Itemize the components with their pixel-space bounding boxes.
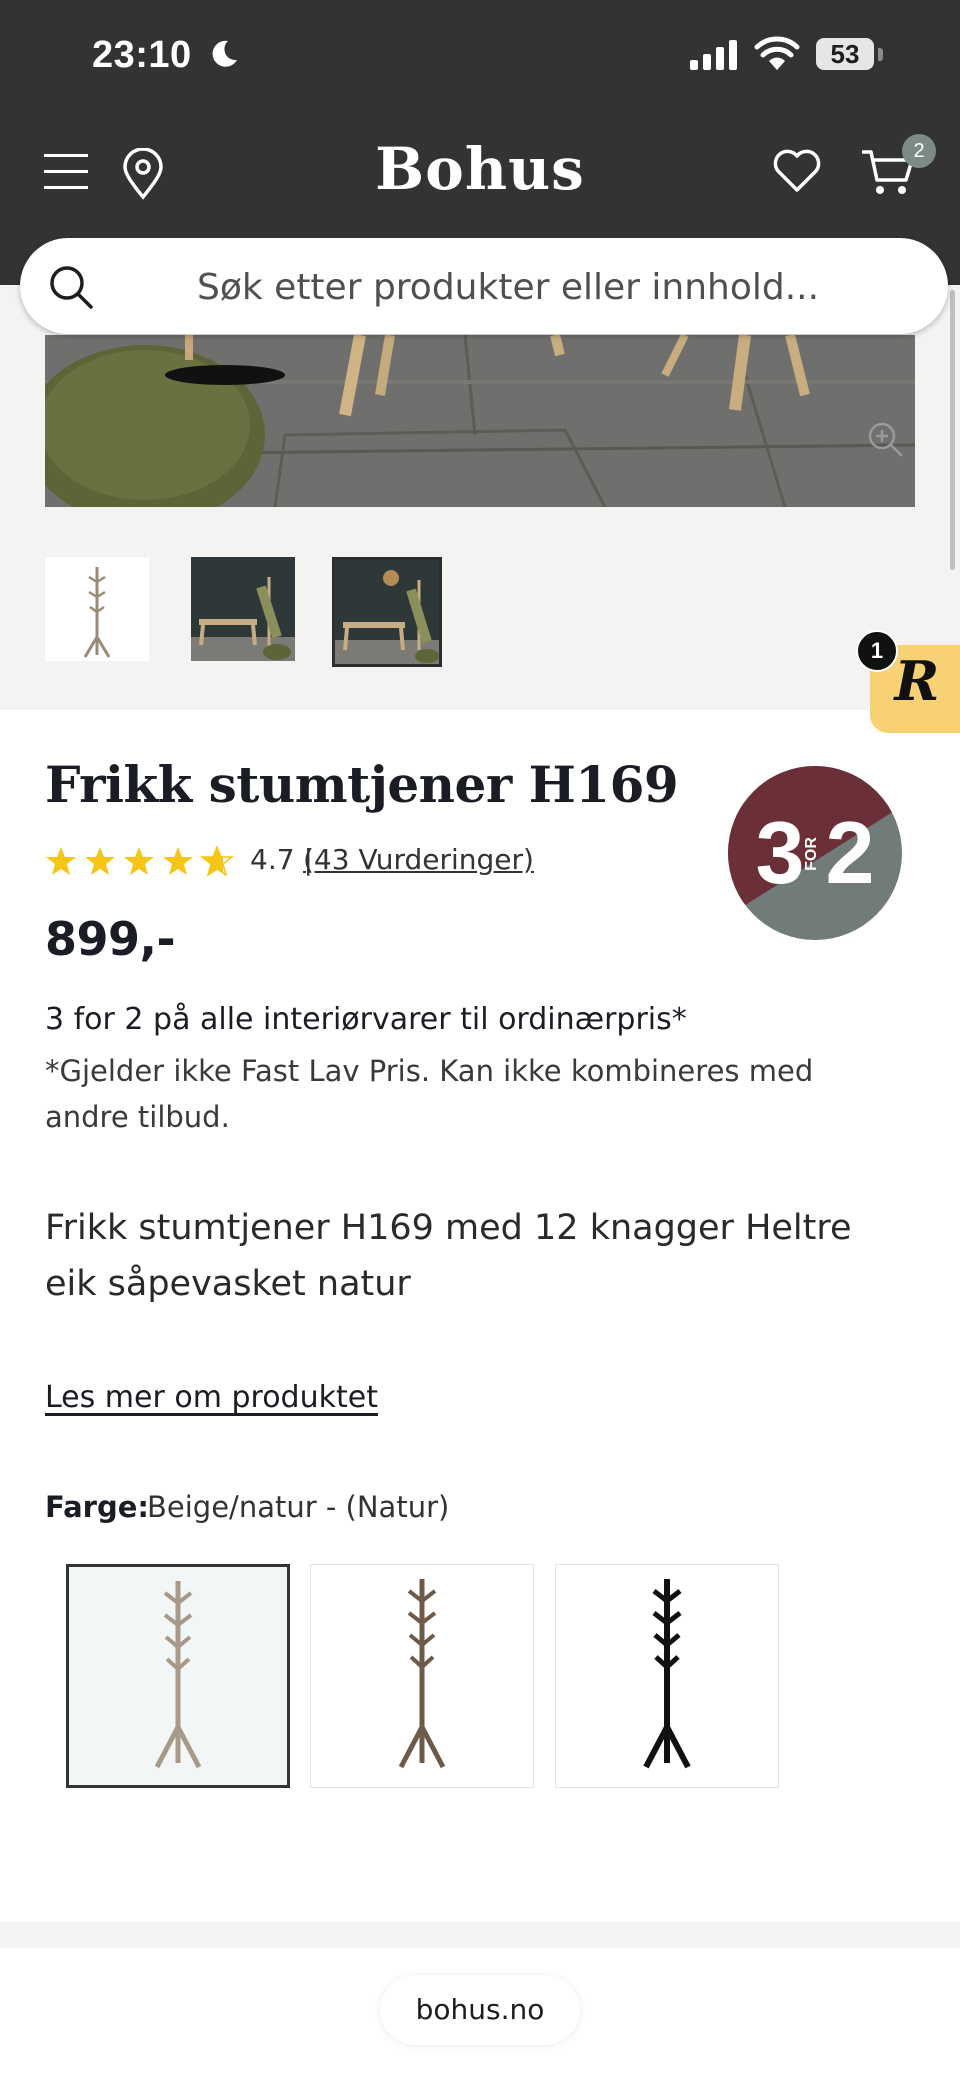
search-bar[interactable] bbox=[20, 238, 948, 334]
moon-icon bbox=[212, 40, 237, 67]
browser-url-pill[interactable]: bohus.no bbox=[380, 1975, 580, 2045]
wifi-icon bbox=[754, 36, 800, 70]
star-icon bbox=[85, 847, 115, 875]
svg-text:2: 2 bbox=[826, 803, 875, 902]
search-icon[interactable] bbox=[48, 264, 94, 310]
color-value: Beige/natur - (Natur) bbox=[147, 1490, 450, 1524]
reviews-widget-count[interactable]: 1 bbox=[856, 630, 898, 672]
coat-rack-black-icon bbox=[643, 1579, 691, 1769]
zoom-icon[interactable] bbox=[866, 420, 906, 460]
section-divider bbox=[0, 1922, 960, 1948]
battery-indicator: 53 bbox=[816, 38, 874, 70]
color-option-natur[interactable] bbox=[66, 1564, 290, 1788]
star-icon bbox=[163, 847, 193, 875]
gallery-thumbnail[interactable]: Produktbilde 2 bbox=[191, 557, 295, 661]
battery-tip bbox=[878, 48, 883, 61]
room-scene-thumbnail-icon bbox=[191, 557, 295, 661]
coat-rack-thumbnail-icon bbox=[83, 567, 111, 658]
gallery-thumbnail[interactable]: Produktbilde 1 bbox=[45, 557, 149, 661]
read-more-link[interactable]: Les mer om produktet bbox=[45, 1380, 378, 1415]
room-scene-thumbnail-icon bbox=[335, 560, 439, 664]
color-option-brown[interactable] bbox=[310, 1564, 534, 1788]
product-price: 899,- bbox=[45, 912, 176, 966]
cart-count-badge[interactable]: 2 bbox=[902, 134, 936, 168]
rating-stars bbox=[46, 846, 233, 876]
star-icon bbox=[124, 847, 154, 875]
page-scrollbar[interactable] bbox=[950, 290, 955, 570]
wishlist-heart-icon[interactable] bbox=[772, 148, 822, 194]
offer-title: 3 for 2 på alle interiørvarer til ordinæ… bbox=[45, 1002, 687, 1037]
svg-text:3: 3 bbox=[756, 803, 805, 902]
svg-text:FOR: FOR bbox=[803, 837, 820, 871]
product-description: Frikk stumtjener H169 med 12 knagger Hel… bbox=[45, 1208, 852, 1304]
signal-icon bbox=[690, 40, 737, 70]
color-label: Farge: bbox=[45, 1490, 150, 1524]
coat-rack-natur-icon bbox=[154, 1581, 202, 1769]
3-for-2-promo-badge: 3 FOR 2 bbox=[728, 766, 902, 940]
coat-rack-brown-icon bbox=[398, 1579, 446, 1769]
status-time: 23:10 bbox=[92, 34, 192, 76]
search-input[interactable] bbox=[195, 260, 899, 314]
color-option-black[interactable] bbox=[555, 1564, 779, 1788]
product-hero-image[interactable] bbox=[45, 335, 915, 507]
star-icon bbox=[46, 847, 76, 875]
reviews-link[interactable]: (43 Vurderinger) bbox=[303, 843, 534, 876]
offer-note: *Gjelder ikke Fast Lav Pris. Kan ikke ko… bbox=[45, 1054, 814, 1134]
star-half-icon bbox=[201, 846, 233, 876]
product-title: Frikk stumtjener H169 bbox=[45, 755, 679, 814]
gallery-thumbnail-selected[interactable]: Produktbilde 3 bbox=[332, 557, 442, 667]
